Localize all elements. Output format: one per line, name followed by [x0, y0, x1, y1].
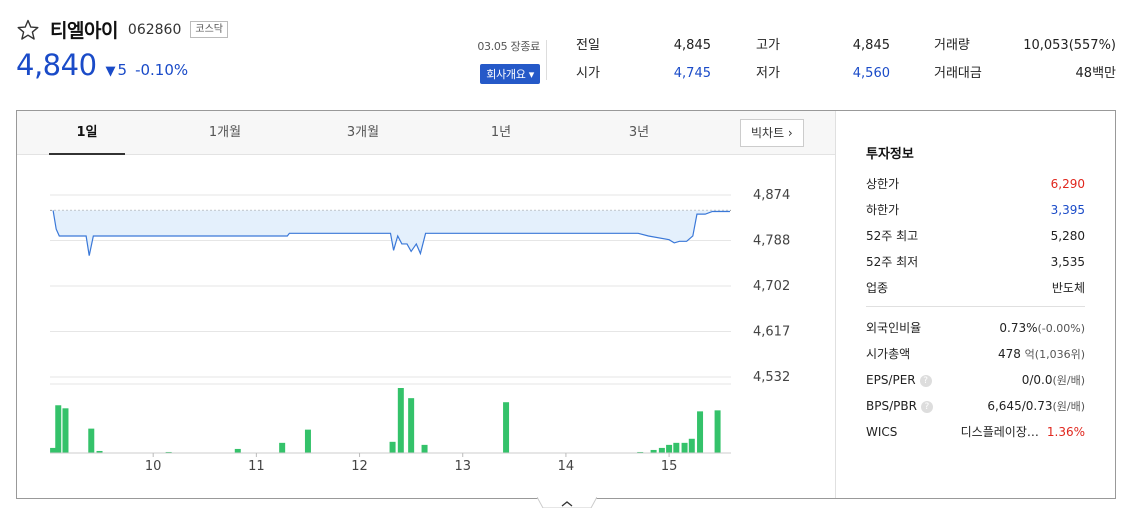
y-tick-label: 4,532 [753, 370, 790, 385]
volume-bar [88, 428, 95, 453]
y-tick-label: 4,874 [753, 188, 790, 203]
stat-open: 시가 4,745 [576, 66, 711, 81]
wics-sector-link[interactable]: 디스플레이장… [961, 424, 1039, 440]
volume-bar [673, 442, 680, 453]
stock-code: 062860 [127, 21, 182, 38]
chart-panel: 1일 1개월 3개월 1년 3년 빅차트 › 4,874 4,788 4,702 4,… [16, 110, 1116, 499]
date-status: 03.05 장종료 [477, 40, 540, 53]
stats-col-2: 고가 4,845 저가 4,560 [756, 38, 890, 94]
upper-limit-row: 상한가 6,290 [866, 177, 1085, 191]
volume-bar [714, 410, 721, 453]
tab-1day[interactable]: 1일 [49, 111, 125, 155]
market-cap-row: 시가총액 478 억(1,036위) [866, 347, 1085, 361]
star-icon[interactable] [16, 18, 40, 42]
stat-trading-value: 거래대금 48백만 [934, 66, 1116, 81]
volume-bar [658, 447, 665, 453]
tab-3month[interactable]: 3개월 [325, 111, 401, 155]
market-badge: 코스닥 [190, 21, 228, 38]
bps-pbr-row: BPS/PBR? 6,645/0.73(원/배) [866, 399, 1085, 413]
intraday-chart: 4,874 4,788 4,702 4,617 4,532 10 11 12 13 14 15 [17, 155, 835, 498]
stat-high: 고가 4,845 [756, 38, 890, 53]
tab-1month[interactable]: 1개월 [187, 111, 263, 155]
company-overview-button[interactable]: 회사개요 ▾ [480, 64, 540, 84]
low52-row: 52주 최저 3,535 [866, 255, 1085, 269]
price-change-percent: -0.10% [135, 61, 189, 79]
stock-header: 티엘아이 062860 코스닥 4,840 ▼ 5 -0.10% 03.05 장… [16, 14, 1116, 94]
y-tick-label: 4,617 [753, 325, 790, 340]
date-block: 03.05 장종료 회사개요 ▾ [450, 38, 540, 84]
volume-bar [50, 447, 57, 453]
volume-bar [681, 442, 688, 453]
x-tick-label: 12 [351, 459, 368, 474]
wics-row: WICS 디스플레이장… 1.36% [866, 424, 1085, 440]
investment-info: 투자정보 상한가 6,290 하한가 3,395 52주 최고 5,280 52주 최… [835, 111, 1115, 498]
current-price: 4,840 [16, 48, 97, 82]
volume-bar [55, 405, 62, 453]
x-tick-label: 10 [145, 459, 162, 474]
foreign-ratio-row: 외국인비율 0.73%(-0.00%) [866, 321, 1085, 335]
stats-col-3: 거래량 10,053(557%) 거래대금 48백만 [934, 38, 1116, 94]
period-tabs: 1일 1개월 3개월 1년 3년 빅차트 › [17, 111, 835, 155]
price-row: 4,840 ▼ 5 -0.10% [16, 48, 188, 82]
high52-row: 52주 최고 5,280 [866, 229, 1085, 243]
investment-info-title: 투자정보 [866, 147, 914, 162]
stat-low: 저가 4,560 [756, 66, 890, 81]
volume-bar [389, 441, 396, 453]
price-change: 5 [117, 61, 128, 79]
divider [546, 40, 547, 80]
stat-volume: 거래량 10,053(557%) [934, 38, 1116, 53]
tab-3year[interactable]: 3년 [601, 111, 677, 155]
x-tick-label: 13 [454, 459, 471, 474]
collapse-toggle[interactable] [537, 497, 597, 508]
volume-bar [666, 444, 673, 453]
volume-bar [62, 408, 69, 453]
sector-row: 업종 반도체 [866, 281, 1085, 295]
stats-col-1: 전일 4,845 시가 4,745 [576, 38, 711, 94]
stat-prev-close: 전일 4,845 [576, 38, 711, 53]
volume-bar [279, 442, 286, 453]
volume-bar [304, 429, 311, 453]
volume-bar [697, 411, 704, 453]
volume-bar [408, 398, 415, 453]
x-tick-label: 11 [248, 459, 265, 474]
big-chart-button[interactable]: 빅차트 › [740, 119, 804, 147]
chart-svg: 4,874 4,788 4,702 4,617 4,532 10 11 12 13 14 15 [50, 188, 790, 474]
sidebar-divider [866, 306, 1085, 307]
volume-bar [688, 438, 695, 453]
y-tick-label: 4,788 [753, 234, 790, 249]
volume-bar [503, 402, 510, 453]
volume-bar [397, 388, 404, 453]
title-row: 티엘아이 062860 코스닥 [16, 16, 228, 43]
stock-name: 티엘아이 [50, 20, 118, 42]
down-arrow-icon: ▼ [105, 64, 116, 79]
help-icon[interactable]: ? [920, 401, 933, 413]
volume-bar [234, 448, 241, 453]
tab-1year[interactable]: 1년 [463, 111, 539, 155]
x-tick-label: 15 [661, 459, 678, 474]
x-tick-label: 14 [558, 459, 575, 474]
help-icon[interactable]: ? [919, 375, 932, 387]
lower-limit-row: 하한가 3,395 [866, 203, 1085, 217]
y-tick-label: 4,702 [753, 279, 790, 294]
eps-per-row: EPS/PER? 0/0.0(원/배) [866, 373, 1085, 387]
volume-bar [421, 444, 428, 453]
